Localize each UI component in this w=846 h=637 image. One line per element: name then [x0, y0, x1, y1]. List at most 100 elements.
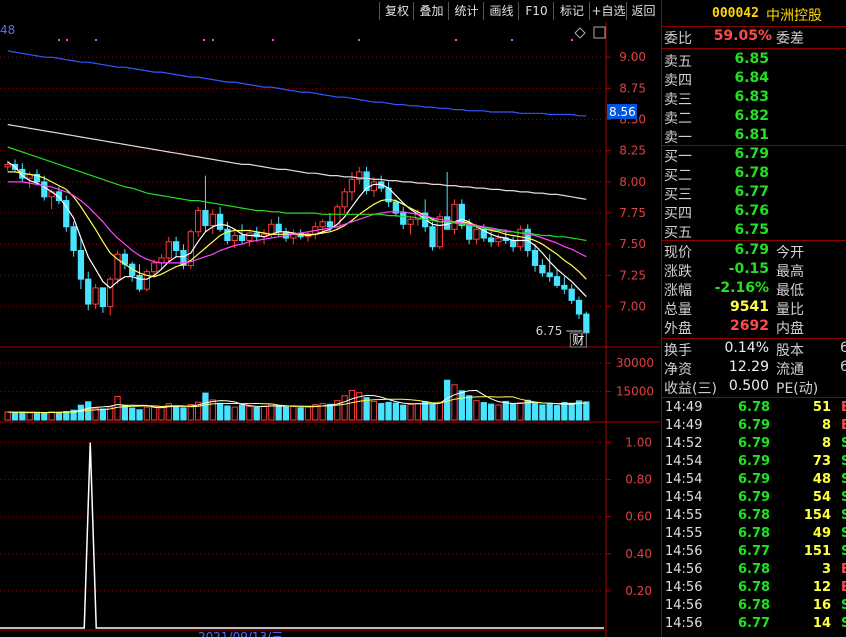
- toolbar-button-1[interactable]: 叠加: [413, 2, 449, 20]
- weibi-value: 59.05%: [713, 28, 772, 44]
- volume-bar: [121, 405, 128, 421]
- indicator-tick-label: 0.20: [625, 584, 652, 598]
- weicha-label: 委差: [776, 31, 804, 47]
- volume-bar: [33, 411, 41, 421]
- bid-row: 买四 6.76: [662, 203, 846, 222]
- trade-volume: 12: [812, 580, 831, 595]
- signal-dot: [358, 39, 360, 41]
- bid-label: 买五: [664, 225, 692, 241]
- divider: [662, 26, 846, 27]
- volume-bar: [348, 389, 356, 421]
- candle-body: [451, 203, 458, 230]
- trade-direction: S: [841, 508, 846, 523]
- trade-direction: B: [841, 418, 846, 433]
- toolbar-button-2[interactable]: 统计: [448, 2, 484, 20]
- bid-row: 买三 6.77: [662, 184, 846, 203]
- indicator-tick-label: 0.40: [625, 547, 652, 561]
- kline-chart[interactable]: 48 9.00 8.75 8.50 8.25 8.00 7.75 7.50 7.25 7.00 8.…: [0, 22, 660, 637]
- ask-price: 6.83: [734, 89, 769, 105]
- volume-bar: [297, 407, 304, 421]
- ask-label: 卖三: [664, 92, 692, 108]
- stock-header: 000042 中洲控股: [662, 0, 846, 26]
- bid-price: 6.77: [734, 184, 769, 200]
- toolbar-button-6[interactable]: +自选: [589, 2, 627, 20]
- volume-bar: [4, 411, 11, 421]
- candle-body: [268, 223, 275, 235]
- candle-body: [575, 299, 583, 315]
- diamond-icon[interactable]: [574, 27, 586, 39]
- trade-volume: 154: [803, 508, 831, 523]
- candle-body: [92, 287, 99, 305]
- candle-body: [473, 228, 480, 240]
- candle-body: [238, 235, 246, 241]
- toolbar-button-3[interactable]: 画线: [483, 2, 519, 20]
- trade-time: 14:56: [665, 616, 703, 631]
- volume-bar: [546, 403, 553, 421]
- stat-label: 外盘: [664, 321, 692, 337]
- volume-bar: [583, 401, 590, 421]
- divider: [662, 397, 846, 398]
- volume-bar: [246, 406, 253, 421]
- volume-tick-label: 30000: [616, 356, 654, 370]
- bid-price: 6.75: [734, 222, 769, 238]
- trade-price: 6.77: [738, 544, 771, 559]
- trade-price: 6.79: [738, 490, 771, 505]
- indicator-tick-label: 0.80: [625, 473, 652, 487]
- date-axis-label: 2021/09/13/三: [198, 630, 283, 637]
- volume-bar: [458, 390, 465, 421]
- panel-toggle-icon[interactable]: [593, 26, 606, 39]
- bid-label: 买三: [664, 187, 692, 203]
- toolbar-button-4[interactable]: F10: [518, 2, 554, 20]
- candle-body: [429, 226, 436, 248]
- volume-bar: [304, 406, 312, 421]
- volume-bar: [290, 406, 297, 421]
- trade-price: 6.79: [738, 436, 771, 451]
- price-tick-label: 8.00: [619, 175, 646, 189]
- volume-bar: [202, 392, 209, 421]
- toolbar-button-7[interactable]: 返回: [626, 2, 660, 20]
- trade-row: 14:52 6.79 8 S: [662, 436, 846, 454]
- trade-row: 14:56 6.78 16 S: [662, 598, 846, 616]
- volume-bar: [473, 400, 480, 421]
- trade-row: 14:49 6.79 8 B: [662, 418, 846, 436]
- volume-bar: [158, 406, 165, 421]
- candle-body: [41, 181, 48, 198]
- trade-time: 14:56: [665, 544, 703, 559]
- fund-value: 0.500: [728, 378, 769, 394]
- trade-row: 14:56 6.78 12 B: [662, 580, 846, 598]
- ask-row: 卖五 6.85: [662, 51, 846, 70]
- trade-volume: 14: [812, 616, 831, 631]
- stat-label2: 量比: [776, 302, 804, 318]
- trade-price: 6.78: [738, 562, 771, 577]
- toolbar-button-5[interactable]: 标记: [553, 2, 590, 20]
- volume-bar: [531, 402, 539, 421]
- volume-tick-label: 15000: [616, 385, 654, 399]
- trade-time: 14:54: [665, 472, 703, 487]
- trade-volume: 48: [812, 472, 831, 487]
- volume-bar: [238, 404, 246, 421]
- candle-body: [231, 235, 238, 241]
- volume-bar: [466, 395, 473, 421]
- candle-body: [165, 241, 172, 259]
- bid-price: 6.78: [734, 165, 769, 181]
- bid-row: 买二 6.78: [662, 165, 846, 184]
- candle-body: [341, 191, 348, 208]
- trade-direction: S: [841, 490, 846, 505]
- volume-bar: [429, 404, 436, 421]
- signal-dot: [571, 39, 573, 41]
- stat-value: 9541: [730, 299, 769, 315]
- stat-value: 2692: [730, 318, 769, 334]
- trade-price: 6.77: [738, 616, 771, 631]
- trade-volume: 16: [812, 598, 831, 613]
- signal-dot: [455, 39, 457, 41]
- trade-price: 6.78: [738, 526, 771, 541]
- stat-value: -0.15: [728, 261, 769, 277]
- volume-bar: [55, 411, 63, 421]
- candle-body: [216, 213, 224, 230]
- toolbar-button-0[interactable]: 复权: [379, 2, 414, 20]
- trade-row: 14:55 6.78 154 S: [662, 508, 846, 526]
- kline-chart-svg[interactable]: 489.008.758.508.258.007.757.507.257.008.…: [0, 22, 660, 637]
- candle-body: [400, 212, 407, 225]
- volume-bar: [77, 404, 85, 421]
- trade-row: 14:54 6.79 48 S: [662, 472, 846, 490]
